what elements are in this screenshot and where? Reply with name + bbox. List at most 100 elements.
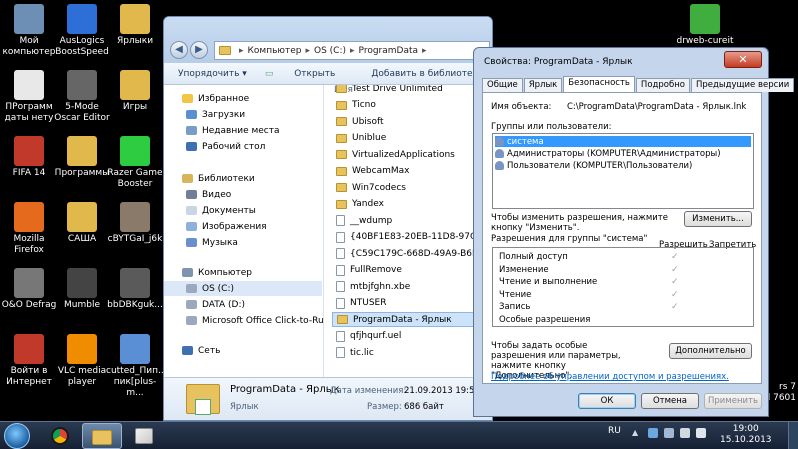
desktop-shortcut[interactable]: ПРограмм даты нету [0,70,58,124]
video-icon [186,190,197,199]
advanced-button[interactable]: Дополнительно [669,343,752,359]
file-list-item[interactable]: Ubisoft [336,114,384,129]
desktop-shortcut[interactable]: Мой компьютер [0,4,58,58]
file-list-item[interactable]: NTUSER [336,296,386,311]
nav-drive-c[interactable]: OS (C:) [164,281,322,296]
tab-general[interactable]: Общие [482,78,523,92]
file-list-item[interactable]: tic.lic [336,345,374,360]
file-list-item[interactable]: qfjhqurf.uel [336,329,401,344]
organize-button[interactable]: Упорядочить ▾ [178,69,247,79]
breadcrumb-computer[interactable]: Компьютер [248,46,302,56]
nav-music[interactable]: Музыка [186,235,238,250]
desktop-shortcut[interactable]: bbDBKguk... [106,268,164,311]
group-item-users[interactable]: Пользователи (KOMPUTER\Пользователи) [495,160,692,171]
nav-video[interactable]: Видео [186,187,231,202]
nav-click-to-run[interactable]: Microsoft Office Click-to-Run 2 [186,313,338,328]
file-list-item[interactable]: {C59C179C-668D-49A9-B6EA- [336,246,487,261]
nav-documents[interactable]: Документы [186,203,256,218]
forward-icon[interactable]: ▶ [190,41,208,59]
desktop-shortcut[interactable]: Программы [53,136,111,179]
file-list-item[interactable]: Win7codecs [336,180,406,195]
file-list-item[interactable]: __wdump [336,213,392,228]
cancel-button[interactable]: Отмена [641,393,699,409]
file-list-item[interactable]: Test Drive Unlimited [336,85,443,96]
desktop-shortcut[interactable]: drweb-cureit [676,4,734,47]
desktop-shortcut[interactable]: Mumble [53,268,111,311]
flag-tray-icon[interactable] [664,428,674,438]
desktop-shortcut[interactable]: VLC media player [53,334,111,388]
network-tray-icon[interactable] [648,428,658,438]
nav-libraries[interactable]: Библиотеки [182,171,255,186]
desktop-shortcut[interactable]: Mozilla Firefox [0,202,58,256]
file-list-item[interactable]: Uniblue [336,131,386,146]
file-list-item[interactable]: mtbjfghn.xbe [336,279,410,294]
start-button[interactable] [4,423,30,449]
file-list-item[interactable]: Yandex [336,197,384,212]
tab-previous-versions[interactable]: Предыдущие версии [691,78,795,92]
file-list-item[interactable]: FullRemove [336,263,402,278]
nav-recent[interactable]: Недавние места [186,123,280,138]
address-bar[interactable]: ▸ Компьютер ▸ OS (C:) ▸ ProgramData ▸ [214,41,490,60]
file-icon [336,330,345,342]
ok-button[interactable]: ОК [578,393,636,409]
desktop-shortcut[interactable]: O&O Defrag [0,268,58,311]
folder-icon [336,150,347,159]
language-indicator[interactable]: RU [608,426,621,436]
file-list-item[interactable]: WebcamMax [336,164,409,179]
nav-favorites[interactable]: Избранное [182,91,249,106]
desktop-shortcut[interactable]: cBYTGaI_j6k [106,202,164,245]
paint-taskbar-icon[interactable] [124,423,164,449]
tab-shortcut[interactable]: Ярлык [523,78,563,92]
desktop-shortcut[interactable]: Razer Game Booster [106,136,164,190]
razer-icon [120,136,150,166]
clock[interactable]: 19:00 15.10.2013 [720,424,772,446]
nav-network[interactable]: Сеть [182,343,220,358]
users-icon [495,161,504,170]
desktop-shortcut[interactable]: Ярлыки [106,4,164,47]
allow-check-icon: ✓ [671,302,679,312]
file-list-item[interactable]: {40BF1E83-20EB-11D8-97C5-0 [336,230,491,245]
desktop-shortcut[interactable]: Войти в Интернет [0,334,58,388]
breadcrumb-programdata[interactable]: ProgramData [359,46,418,56]
nav-downloads[interactable]: Загрузки [186,107,245,122]
folder-icon [336,133,347,143]
desktop-shortcut-label: ПРограмм даты нету [4,102,54,123]
more-info-link[interactable]: Подробнее об управлении доступом и разре… [491,372,729,382]
desktop-shortcut-label: Игры [122,102,148,112]
desktop-shortcut[interactable]: Игры [106,70,164,113]
desktop-shortcut[interactable]: AusLogics BoostSpeed [53,4,111,58]
tab-details[interactable]: Подробно [635,78,690,92]
file-icon [336,264,345,276]
desktop-shortcut[interactable]: FIFA 14 [0,136,58,179]
show-desktop-button[interactable] [788,422,798,449]
tray-expand-icon[interactable]: ▲ [632,428,638,437]
apply-button[interactable]: Применить [704,393,762,409]
nav-computer[interactable]: Компьютер [182,265,252,280]
back-icon[interactable]: ◀ [170,41,188,59]
desktop-shortcut[interactable]: cutted_Пип... пик[plus-m... [106,334,167,399]
signal-tray-icon[interactable] [680,428,690,438]
user-icon [495,137,504,146]
change-button[interactable]: Изменить... [684,211,752,227]
nav-desktop[interactable]: Рабочий стол [186,139,265,154]
breadcrumb-drive-c[interactable]: OS (C:) [314,46,346,56]
desktop-shortcut[interactable]: 5-Mode Oscar Editor [53,70,111,124]
file-list-item[interactable]: Ticno [336,98,376,113]
group-item-admins[interactable]: Администраторы (KOMPUTER\Администраторы) [495,148,721,159]
desktop-shortcut[interactable]: САША [53,202,111,245]
groups-listbox[interactable]: система Администраторы (KOMPUTER\Админис… [492,133,754,209]
file-name: Yandex [352,199,384,209]
details-modified-label: Дата изменения: [330,386,407,396]
close-icon[interactable]: ✕ [724,51,762,68]
open-button[interactable]: ▭ Открыть [265,69,354,79]
internet-icon [14,334,44,364]
file-list-item[interactable]: VirtualizedApplications [336,147,455,162]
tab-security[interactable]: Безопасность [563,76,635,92]
volume-tray-icon[interactable] [696,428,706,438]
group-item-system[interactable]: система [495,136,751,147]
nav-drive-d[interactable]: DATA (D:) [186,297,245,312]
file-list-item[interactable]: ProgramData - Ярлык [332,312,482,327]
explorer-taskbar-icon[interactable] [82,423,122,449]
chrome-taskbar-icon[interactable] [40,423,80,449]
nav-images[interactable]: Изображения [186,219,267,234]
